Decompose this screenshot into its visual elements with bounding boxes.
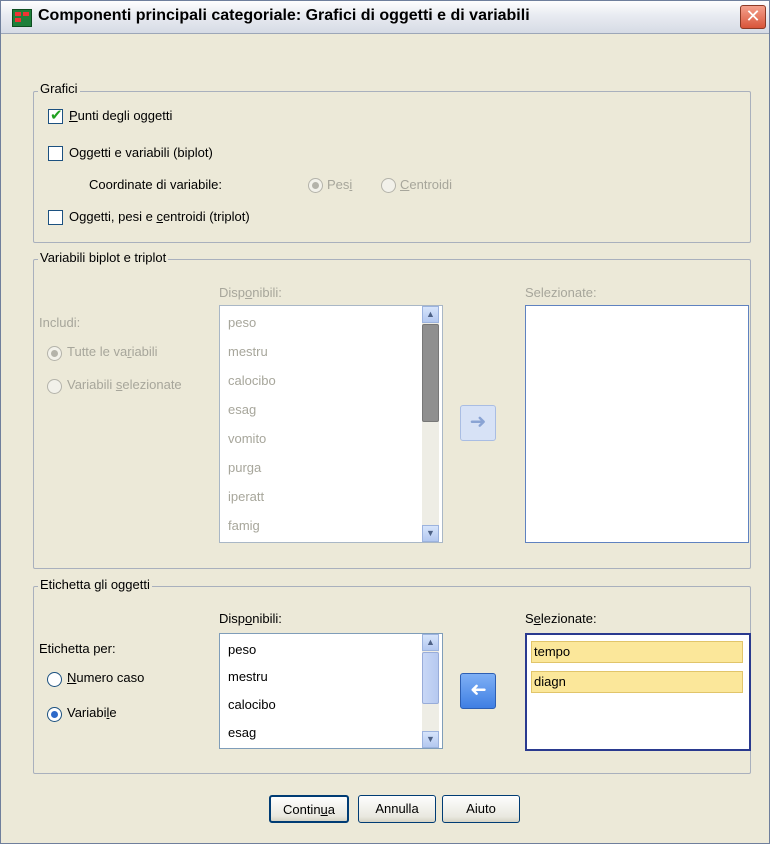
variabili-selezionate-radio[interactable] — [47, 379, 62, 394]
window-title: Componenti principali categoriale: Grafi… — [38, 7, 530, 24]
biplot-checkbox[interactable] — [48, 146, 63, 161]
selezionate-label-bottom: Selezionate: — [525, 611, 597, 626]
move-left-button[interactable]: ➜ — [460, 673, 496, 709]
biplot-label[interactable]: Oggetti e variabili (biplot) — [69, 145, 213, 160]
variabile-label[interactable]: Variabile — [67, 705, 117, 720]
numero-caso-radio[interactable] — [47, 672, 62, 687]
list-item[interactable]: esag — [228, 402, 256, 417]
scroll-up-icon[interactable]: ▲ — [422, 634, 439, 651]
disponibili-label-top: Disponibili: — [219, 285, 282, 300]
list-item[interactable]: mestru — [228, 344, 268, 359]
disponibili-label-bottom: Disponibili: — [219, 611, 282, 626]
dialog-window: Componenti principali categoriale: Grafi… — [0, 0, 770, 844]
punti-oggetti-label[interactable]: Punti degli oggetti — [69, 108, 172, 123]
list-item[interactable]: vomito — [228, 431, 266, 446]
list-item[interactable]: calocibo — [228, 697, 276, 712]
selezionate-label-top: Selezionate: — [525, 285, 597, 300]
app-table-icon — [12, 9, 32, 27]
title-bar: Componenti principali categoriale: Grafi… — [1, 1, 769, 34]
continua-button[interactable]: Continua — [269, 795, 349, 823]
variabili-selezionate-label[interactable]: Variabili selezionate — [67, 377, 182, 392]
list-item[interactable]: famig — [228, 518, 260, 533]
includi-label: Includi: — [39, 315, 81, 330]
pesi-label[interactable]: Pesi — [327, 177, 352, 192]
selezionate-listbox-bottom[interactable]: tempo diagn — [525, 633, 751, 751]
scrollbar-bottom[interactable]: ▲ ▼ — [422, 634, 439, 748]
centroidi-radio[interactable] — [381, 178, 396, 193]
coordinate-label: Coordinate di variabile: — [89, 177, 222, 192]
tutte-variabili-label[interactable]: Tutte le variabili — [67, 344, 158, 359]
disponibili-listbox-top[interactable]: peso mestru calocibo esag vomito purga i… — [219, 305, 443, 543]
centroidi-label[interactable]: Centroidi — [400, 177, 452, 192]
variabili-group-title: Variabili biplot e triplot — [38, 250, 169, 265]
numero-caso-label[interactable]: Numero caso — [67, 670, 144, 685]
annulla-button[interactable]: Annulla — [358, 795, 436, 823]
list-item[interactable]: peso — [228, 315, 256, 330]
scroll-thumb[interactable] — [422, 324, 439, 422]
tutte-variabili-radio[interactable] — [47, 346, 62, 361]
list-item[interactable]: purga — [228, 460, 261, 475]
aiuto-button[interactable]: Aiuto — [442, 795, 520, 823]
triplot-checkbox[interactable] — [48, 210, 63, 225]
punti-oggetti-checkbox[interactable]: ✔ — [48, 107, 63, 124]
triplot-label[interactable]: Oggetti, pesi e centroidi (triplot) — [69, 209, 250, 224]
move-right-button[interactable]: ➜ — [460, 405, 496, 441]
variabile-radio[interactable] — [47, 707, 62, 722]
selected-item[interactable]: tempo — [531, 641, 743, 663]
pesi-radio[interactable] — [308, 178, 323, 193]
list-item[interactable]: calocibo — [228, 373, 276, 388]
scroll-thumb[interactable] — [422, 652, 439, 704]
list-item[interactable]: esag — [228, 725, 256, 740]
scrollbar-top[interactable]: ▲ ▼ — [422, 306, 439, 542]
scroll-down-icon[interactable]: ▼ — [422, 525, 439, 542]
list-item[interactable]: iperatt — [228, 489, 264, 504]
checkmark-icon: ✔ — [50, 107, 63, 124]
selected-item[interactable]: diagn — [531, 671, 743, 693]
etichetta-group-title: Etichetta gli oggetti — [38, 577, 152, 592]
list-item[interactable]: peso — [228, 642, 256, 657]
list-item[interactable]: mestru — [228, 669, 268, 684]
scroll-up-icon[interactable]: ▲ — [422, 306, 439, 323]
etichetta-per-label: Etichetta per: — [39, 641, 116, 656]
close-icon[interactable]: ✕ — [740, 5, 766, 29]
arrow-left-icon: ➜ — [469, 679, 487, 701]
scroll-down-icon[interactable]: ▼ — [422, 731, 439, 748]
disponibili-listbox-bottom[interactable]: peso mestru calocibo esag ▲ ▼ — [219, 633, 443, 749]
grafici-group-title: Grafici — [38, 81, 80, 96]
selezionate-listbox-top[interactable] — [525, 305, 749, 543]
